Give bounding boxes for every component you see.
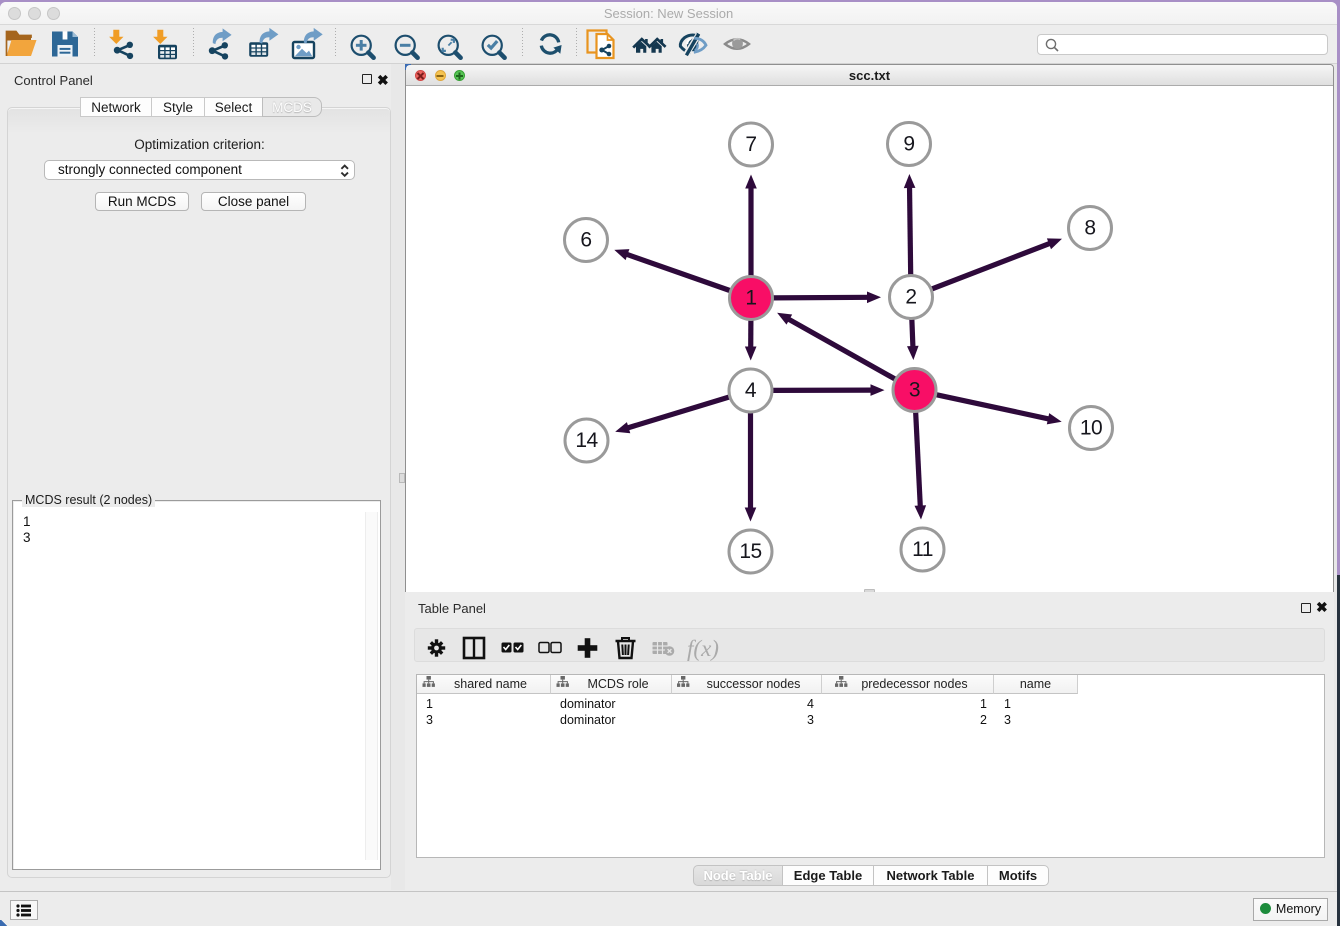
svg-text:3: 3: [909, 379, 920, 402]
svg-text:4: 4: [745, 379, 757, 402]
svg-text:9: 9: [903, 133, 914, 156]
svg-text:14: 14: [575, 429, 598, 452]
svg-text:15: 15: [739, 540, 761, 563]
svg-text:f(x): f(x): [687, 636, 719, 661]
svg-text:8: 8: [1084, 217, 1095, 240]
svg-text:10: 10: [1080, 417, 1102, 440]
svg-text:6: 6: [580, 229, 591, 252]
svg-text:7: 7: [745, 133, 756, 156]
svg-text:11: 11: [912, 538, 933, 561]
svg-text:1: 1: [745, 287, 756, 310]
svg-text:2: 2: [905, 286, 916, 309]
